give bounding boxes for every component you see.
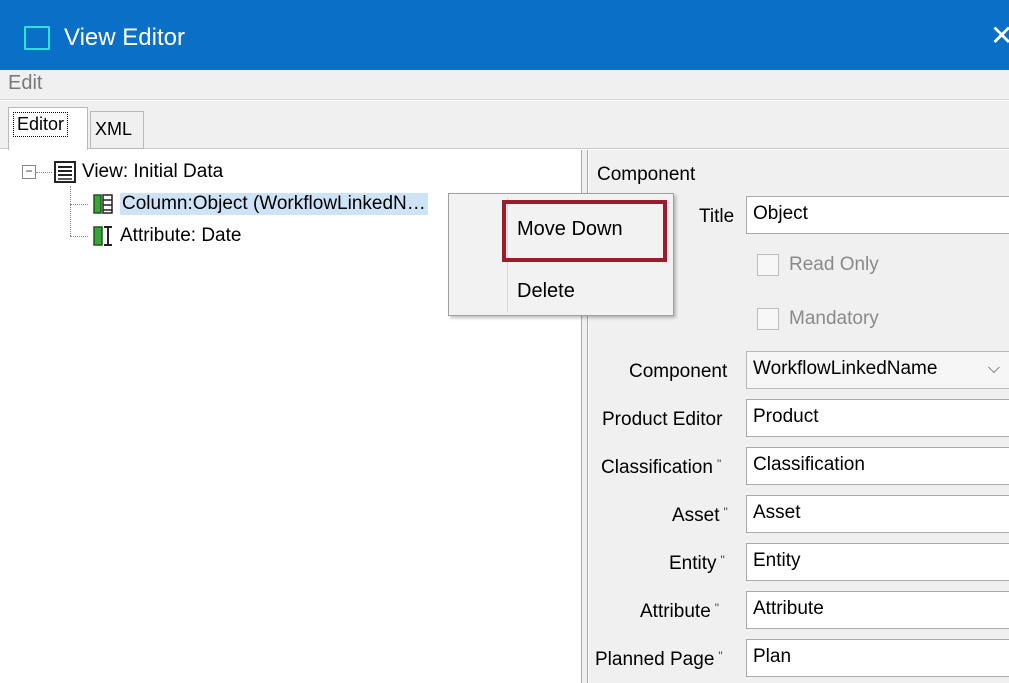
title-label: Title	[699, 206, 735, 227]
section-title: Component	[597, 164, 696, 185]
tree-connector	[70, 186, 71, 236]
chevron-down-icon: ⌵	[987, 360, 1000, 377]
required-marker: "	[723, 505, 728, 519]
asset-label: Asset "	[672, 505, 728, 527]
attribute-icon	[92, 225, 114, 247]
app-window-icon	[24, 26, 50, 50]
tree-item-root[interactable]: View: Initial Data	[54, 158, 223, 186]
planned-page-label: Planned Page "	[595, 649, 723, 671]
classification-field[interactable]: Classification	[746, 447, 1009, 485]
tree-connector	[70, 204, 88, 205]
tree-item-label: Attribute: Date	[120, 225, 242, 246]
required-marker: "	[720, 553, 725, 567]
product-editor-label: Product Editor	[602, 409, 723, 430]
product-editor-field[interactable]: Product	[746, 399, 1009, 437]
read-only-label: Read Only	[789, 254, 879, 275]
component-select-value: WorkflowLinkedName	[753, 358, 938, 379]
attribute-field[interactable]: Attribute	[746, 591, 1009, 629]
entity-label-text: Entity	[669, 553, 717, 574]
tree-item-column-object[interactable]: Column:Object (WorkflowLinkedN…	[92, 190, 428, 218]
tab-editor[interactable]: Editor	[8, 107, 88, 150]
component-select[interactable]: WorkflowLinkedName ⌵	[746, 351, 1009, 389]
read-only-checkbox-row[interactable]: Read Only	[757, 254, 879, 276]
component-label: Component	[629, 361, 728, 382]
tree-connector	[70, 236, 88, 237]
classification-label: Classification "	[601, 457, 721, 479]
window-title: View Editor	[64, 24, 185, 51]
collapse-icon[interactable]: −	[22, 165, 36, 179]
mandatory-label: Mandatory	[789, 308, 879, 329]
mandatory-checkbox-row[interactable]: Mandatory	[757, 308, 879, 330]
required-marker: "	[714, 601, 720, 615]
tab-editor-label: Editor	[13, 112, 69, 137]
close-icon[interactable]: ✕	[990, 22, 1009, 50]
tree-item-label: Column:Object (WorkflowLinkedN…	[120, 193, 428, 215]
required-marker: "	[716, 457, 722, 471]
title-field[interactable]: Object	[746, 196, 1009, 234]
planned-page-label-text: Planned Page	[595, 649, 715, 670]
highlight-annotation	[502, 200, 667, 262]
entity-label: Entity "	[669, 553, 725, 575]
tree-item-label: View: Initial Data	[82, 161, 224, 182]
attribute-label: Attribute "	[640, 601, 719, 623]
menu-item-delete[interactable]: Delete	[517, 280, 575, 303]
menu-edit[interactable]: Edit	[8, 72, 42, 95]
view-list-icon	[54, 161, 76, 183]
mandatory-checkbox[interactable]	[757, 308, 779, 330]
tab-strip: Editor XML	[0, 101, 1009, 150]
title-bar: View Editor ✕	[0, 0, 1009, 70]
entity-field[interactable]: Entity	[746, 543, 1009, 581]
attribute-label-text: Attribute	[640, 601, 711, 622]
asset-label-text: Asset	[672, 505, 720, 526]
required-marker: "	[718, 649, 723, 663]
menu-bar: Edit	[0, 70, 1009, 100]
tab-xml-label: XML	[95, 119, 133, 139]
asset-field[interactable]: Asset	[746, 495, 1009, 533]
column-icon	[92, 193, 114, 215]
tree-item-attribute-date[interactable]: Attribute: Date	[92, 222, 241, 250]
read-only-checkbox[interactable]	[757, 254, 779, 276]
tree-connector	[36, 172, 52, 173]
tab-xml[interactable]: XML	[90, 111, 144, 149]
planned-page-field[interactable]: Plan	[746, 639, 1009, 677]
classification-label-text: Classification	[601, 457, 713, 478]
